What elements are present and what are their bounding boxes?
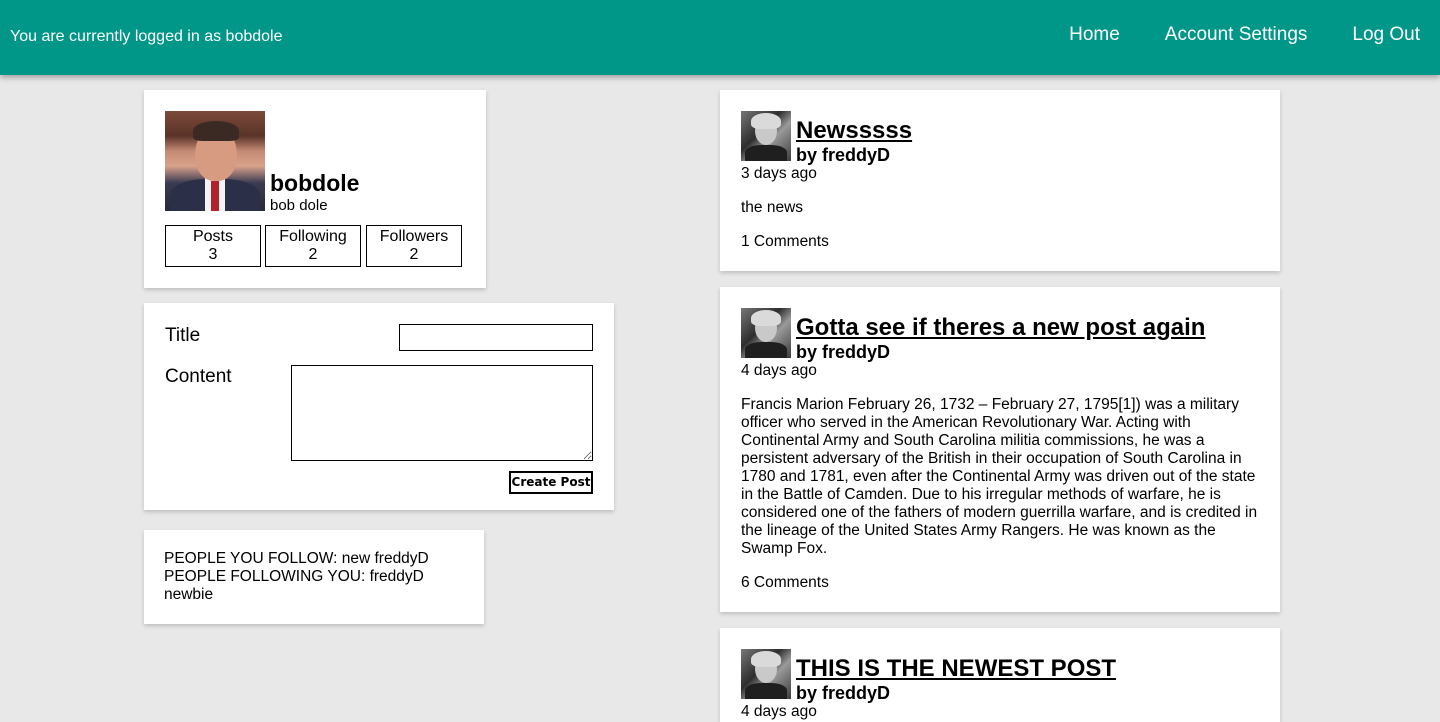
stat-followers-label: Followers bbox=[379, 228, 449, 245]
content-textarea[interactable] bbox=[291, 365, 593, 461]
author-avatar[interactable] bbox=[741, 649, 791, 699]
stat-followers[interactable]: Followers 2 bbox=[366, 225, 462, 267]
nav-logout-link[interactable]: Log Out bbox=[1352, 24, 1420, 46]
title-input[interactable] bbox=[399, 324, 593, 351]
post-body: Francis Marion February 26, 1732 – Febru… bbox=[741, 396, 1258, 557]
post-card: THIS IS THE NEWEST POST by freddyD 4 day… bbox=[720, 628, 1280, 722]
stat-followers-value: 2 bbox=[409, 246, 419, 263]
post-timestamp: 3 days ago bbox=[741, 165, 817, 182]
content-label: Content bbox=[165, 366, 232, 387]
nav-account-settings-link[interactable]: Account Settings bbox=[1165, 24, 1308, 46]
top-navbar: You are currently logged in as bobdole H… bbox=[0, 0, 1440, 75]
author-avatar[interactable] bbox=[741, 308, 791, 358]
post-title-link[interactable]: Newsssss bbox=[796, 117, 912, 145]
post-timestamp: 4 days ago bbox=[741, 362, 817, 379]
post-comments-count[interactable]: 1 Comments bbox=[741, 233, 829, 251]
post-body: the news bbox=[741, 199, 804, 216]
post-author: by freddyD bbox=[796, 342, 891, 362]
login-status-text: You are currently logged in as bobdole bbox=[10, 28, 283, 45]
post-timestamp: 4 days ago bbox=[741, 703, 817, 720]
follow-info-card: PEOPLE YOU FOLLOW: new freddyD PEOPLE FO… bbox=[144, 530, 484, 624]
post-comments-count[interactable]: 6 Comments bbox=[741, 574, 829, 592]
stat-following[interactable]: Following 2 bbox=[265, 225, 361, 267]
following-list: PEOPLE YOU FOLLOW: new freddyD bbox=[164, 550, 429, 567]
nav-links: Home Account Settings Log Out bbox=[1024, 24, 1420, 46]
stat-following-value: 2 bbox=[308, 246, 318, 263]
stat-posts-label: Posts bbox=[192, 228, 233, 245]
post-title-link[interactable]: Gotta see if theres a new post again bbox=[796, 314, 1205, 342]
post-author: by freddyD bbox=[796, 683, 891, 703]
profile-card: bobdole bob dole Posts 3 Following 2 Fol… bbox=[144, 90, 486, 288]
post-card: Newsssss by freddyD 3 days ago the news … bbox=[720, 90, 1280, 271]
create-post-form: Title Content Create Post bbox=[144, 303, 614, 510]
profile-full-name: bob dole bbox=[270, 197, 328, 214]
stat-following-label: Following bbox=[279, 228, 347, 245]
followers-list: PEOPLE FOLLOWING YOU: freddyD newbie bbox=[164, 568, 424, 603]
author-avatar[interactable] bbox=[741, 111, 791, 161]
profile-avatar bbox=[165, 111, 265, 211]
stat-posts[interactable]: Posts 3 bbox=[165, 225, 261, 267]
title-label: Title bbox=[165, 325, 201, 346]
post-author: by freddyD bbox=[796, 145, 891, 165]
profile-username: bobdole bbox=[270, 170, 360, 196]
post-title-link[interactable]: THIS IS THE NEWEST POST bbox=[796, 655, 1116, 683]
stat-posts-value: 3 bbox=[208, 246, 218, 263]
nav-home-link[interactable]: Home bbox=[1069, 24, 1120, 46]
post-card: Gotta see if theres a new post again by … bbox=[720, 287, 1280, 612]
create-post-button[interactable]: Create Post bbox=[509, 471, 593, 494]
follow-info-text: PEOPLE YOU FOLLOW: new freddyD PEOPLE FO… bbox=[164, 550, 464, 604]
